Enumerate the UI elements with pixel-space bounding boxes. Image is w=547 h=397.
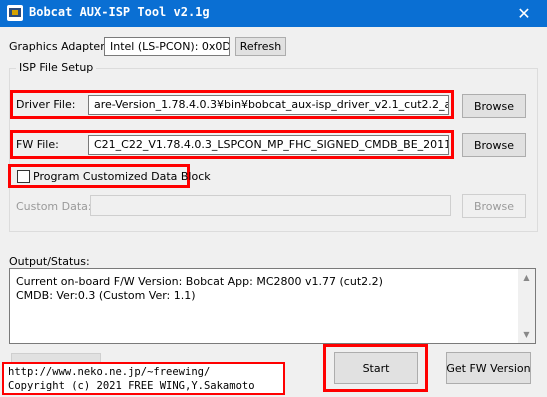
- credit-box: http://www.neko.ne.jp/~freewing/ Copyrig…: [2, 362, 285, 395]
- refresh-button[interactable]: Refresh: [235, 37, 286, 56]
- driver-browse-button[interactable]: Browse: [462, 94, 526, 118]
- driver-file-field[interactable]: are-Version_1.78.4.0.3¥bin¥bobcat_aux-is…: [88, 95, 449, 115]
- output-status-label: Output/Status:: [9, 255, 90, 268]
- program-custom-label: Program Customized Data Block: [33, 170, 211, 183]
- output-line: Current on-board F/W Version: Bobcat App…: [16, 275, 383, 288]
- isp-file-setup-label: ISP File Setup: [16, 61, 97, 74]
- credit-copyright: Copyright (c) 2021 FREE WING,Y.Sakamoto: [8, 380, 255, 392]
- scroll-down-icon[interactable]: ▼: [518, 326, 535, 343]
- program-custom-checkbox[interactable]: [17, 170, 30, 183]
- fw-file-field[interactable]: C21_C22_V1.78.4.0.3_LSPCON_MP_FHC_SIGNED…: [88, 135, 449, 155]
- credit-url: http://www.neko.ne.jp/~freewing/: [8, 366, 211, 378]
- output-line: CMDB: Ver:0.3 (Custom Ver: 1.1): [16, 289, 196, 302]
- get-fw-version-button[interactable]: Get FW Version: [446, 352, 531, 384]
- app-icon: [7, 5, 23, 21]
- custom-data-field[interactable]: [90, 195, 451, 216]
- fw-browse-button[interactable]: Browse: [462, 133, 526, 157]
- scroll-up-icon[interactable]: ▲: [518, 269, 535, 286]
- graphics-adapter-field: Intel (LS-PCON): 0x0D: [104, 37, 230, 56]
- title-bar: Bobcat AUX-ISP Tool v2.1g ✕: [0, 0, 547, 27]
- window-title: Bobcat AUX-ISP Tool v2.1g: [29, 5, 210, 19]
- graphics-adapter-label: Graphics Adapter:: [9, 40, 109, 53]
- custom-data-label: Custom Data:: [16, 200, 92, 213]
- fw-file-label: FW File:: [16, 138, 59, 151]
- custom-browse-button[interactable]: Browse: [462, 194, 526, 218]
- close-icon[interactable]: ✕: [501, 0, 547, 27]
- start-button[interactable]: Start: [334, 352, 418, 384]
- driver-file-label: Driver File:: [16, 98, 76, 111]
- output-status-box[interactable]: Current on-board F/W Version: Bobcat App…: [9, 268, 536, 344]
- output-scrollbar[interactable]: ▲ ▼: [518, 269, 535, 343]
